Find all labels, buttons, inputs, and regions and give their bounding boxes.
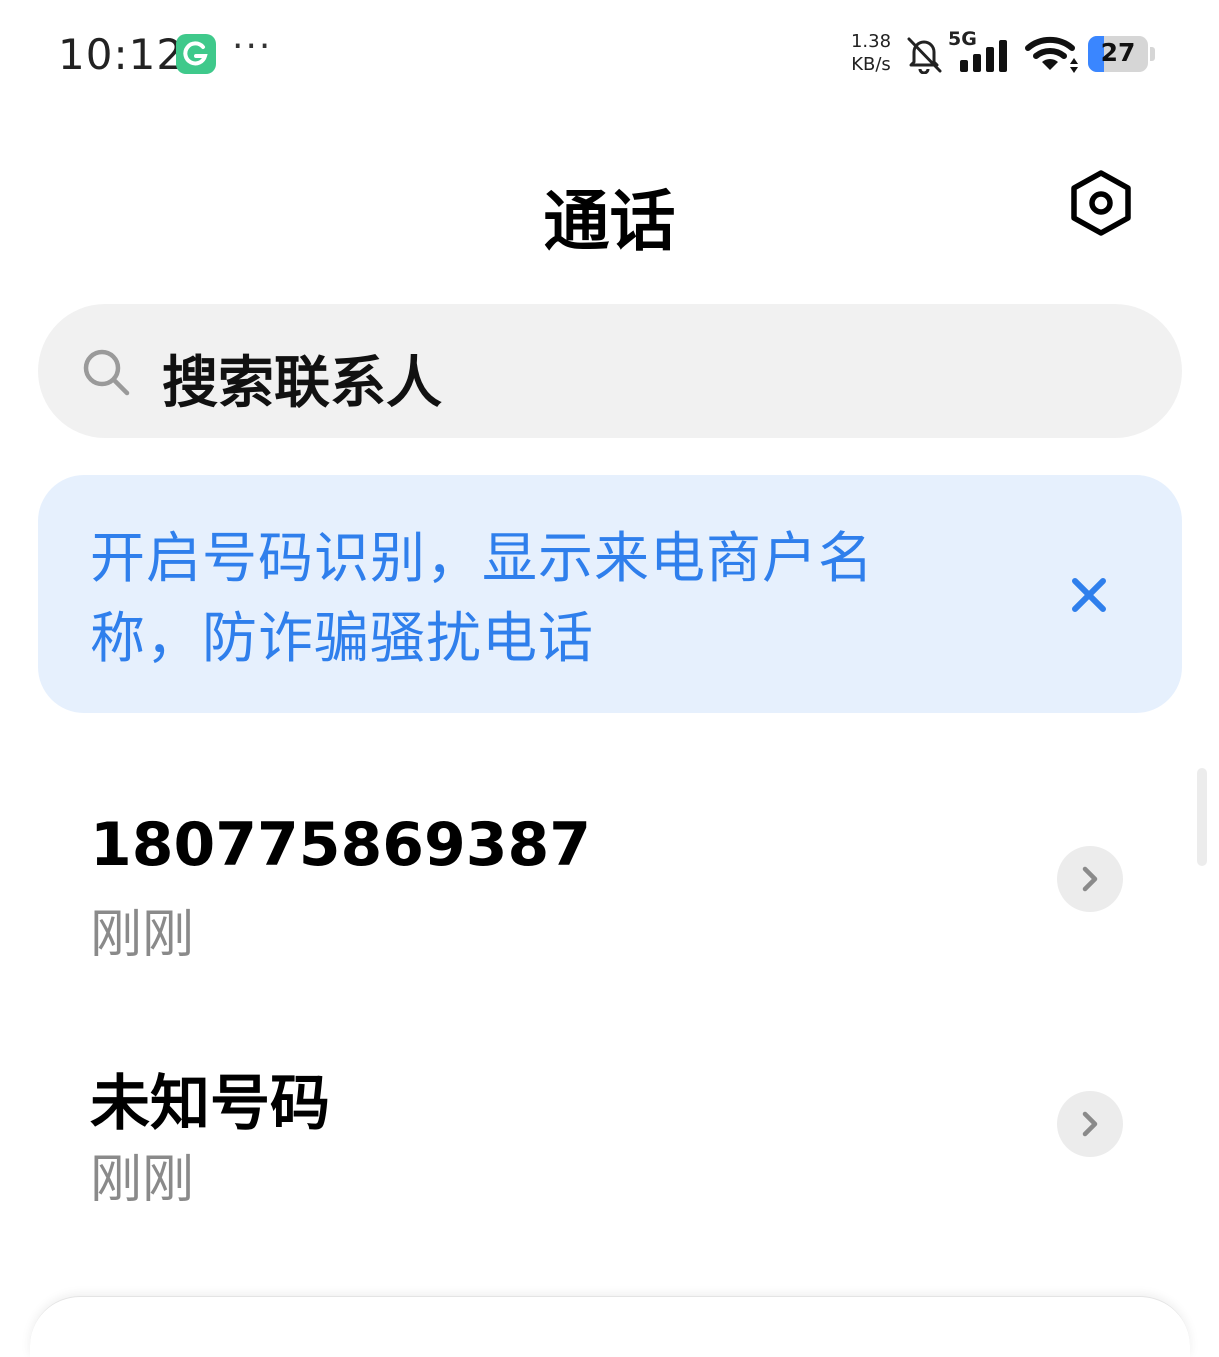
- battery-tip: [1150, 47, 1155, 61]
- search-placeholder: 搜索联系人: [162, 351, 442, 416]
- battery-level: 27: [1100, 38, 1136, 67]
- close-icon: [1072, 578, 1106, 612]
- call-time: 刚刚: [90, 1150, 195, 1210]
- wifi-icon: [1024, 34, 1080, 78]
- status-bar: 10:12 ··· 1.38 KB/s 5G 27: [0, 0, 1219, 110]
- network-speed: 1.38 KB/s: [840, 30, 902, 76]
- cellular-signal-icon: 5G: [948, 28, 1014, 76]
- settings-hexagon-icon: [1071, 170, 1131, 236]
- more-notifications-icon: ···: [232, 26, 273, 67]
- call-number: 18077586938​7: [90, 810, 591, 880]
- bell-off-icon: [904, 34, 944, 75]
- page-title: 通话: [543, 183, 676, 260]
- call-list-item[interactable]: 未知号码 刚刚: [0, 1055, 1219, 1265]
- call-list-item[interactable]: 18077586938​7 刚刚: [0, 810, 1219, 1020]
- settings-button[interactable]: [1064, 166, 1138, 240]
- call-time: 刚刚: [90, 905, 195, 965]
- call-number: 未知号码: [90, 1069, 330, 1139]
- app-notification-icon: [176, 34, 216, 74]
- call-detail-button[interactable]: [1057, 846, 1123, 912]
- banner-text: 开启号码识别，显示来电商户名称，防诈骗骚扰电话: [90, 526, 875, 670]
- call-detail-button[interactable]: [1057, 1091, 1123, 1157]
- chevron-right-icon: [1082, 1111, 1098, 1137]
- network-speed-value: 1.38: [850, 31, 892, 52]
- network-speed-unit: KB/s: [851, 54, 891, 75]
- banner-close-button[interactable]: [1060, 566, 1118, 624]
- status-time: 10:12: [58, 30, 185, 79]
- bottom-panel: [30, 1296, 1190, 1357]
- search-icon: [80, 346, 132, 398]
- battery-icon: 27: [1088, 36, 1148, 72]
- chevron-right-icon: [1082, 866, 1098, 892]
